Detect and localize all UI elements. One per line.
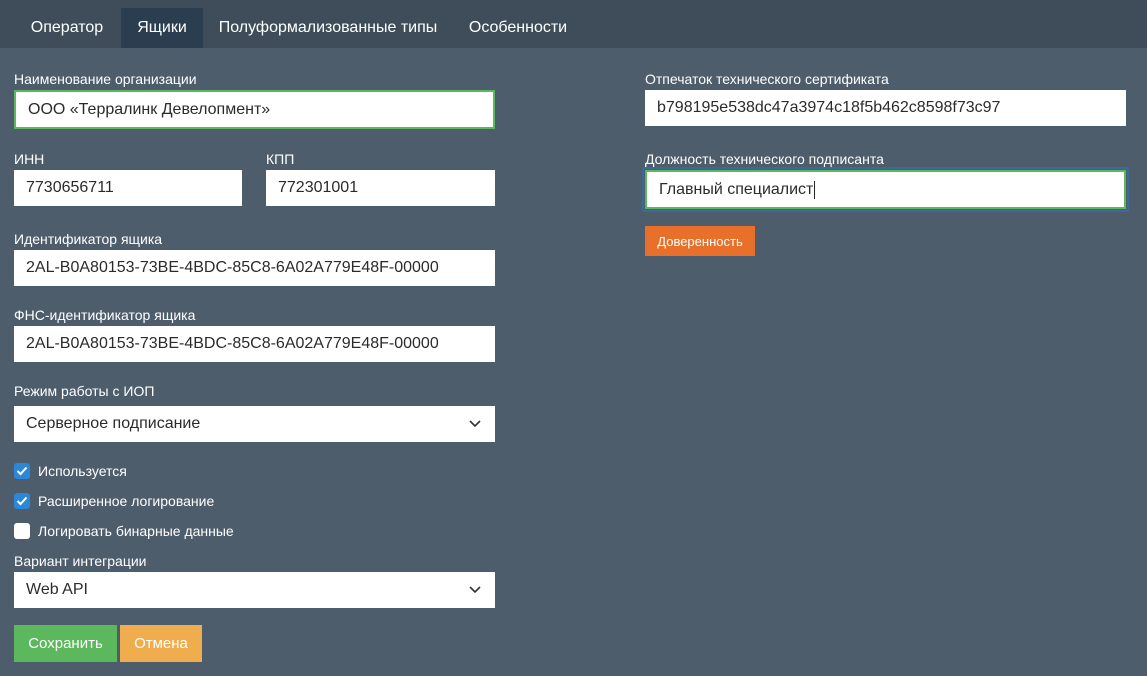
checkbox-used-label: Используется [38,463,127,479]
box-id-label: Идентификатор ящика [14,231,163,247]
iop-mode-select[interactable]: Серверное подписание [14,406,495,442]
tab-features[interactable]: Особенности [452,8,584,48]
signer-position-value: Главный специалист [659,180,814,198]
check-icon [16,496,28,506]
checkbox-log-binary[interactable]: Логировать бинарные данные [14,522,234,540]
tab-operator[interactable]: Оператор [14,8,120,48]
checkbox-extended-logging[interactable]: Расширенное логирование [14,492,214,510]
checkbox-used-box[interactable] [14,463,30,479]
box-id-value: 2AL-B0A80153-73BE-4BDC-85C8-6A02A779E48F… [26,259,439,276]
signer-position-label: Должность технического подписанта [645,151,884,167]
inn-input[interactable]: 7730656711 [14,170,242,206]
save-button[interactable]: Сохранить [14,625,117,662]
checkbox-extended-logging-box[interactable] [14,493,30,509]
kpp-label: КПП [266,151,295,167]
integration-value: Web API [26,581,88,598]
box-id-input[interactable]: 2AL-B0A80153-73BE-4BDC-85C8-6A02A779E48F… [14,250,495,286]
cert-label: Отпечаток технического сертификата [645,71,889,87]
kpp-input[interactable]: 772301001 [266,170,495,206]
cert-input[interactable]: b798195e538dc47a3974c18f5b462c8598f73c97 [645,90,1126,126]
power-of-attorney-button[interactable]: Доверенность [645,226,755,256]
iop-mode-value: Серверное подписание [26,415,201,432]
text-caret [814,180,816,199]
check-icon [16,466,28,476]
tab-semi-formalized-types[interactable]: Полуформализованные типы [204,8,452,48]
checkbox-log-binary-box[interactable] [14,523,30,539]
fns-box-id-value: 2AL-B0A80153-73BE-4BDC-85C8-6A02A779E48F… [26,335,439,352]
integration-label: Вариант интеграции [14,553,147,569]
cancel-button[interactable]: Отмена [120,625,202,662]
inn-value: 7730656711 [26,179,114,196]
chevron-down-icon [467,582,483,598]
kpp-value: 772301001 [278,179,359,196]
org-name-value: ООО «Терралинк Девелопмент» [28,100,271,118]
chevron-down-icon [467,416,483,432]
tab-bar: Оператор Ящики Полуформализованные типы … [0,0,1147,48]
signer-position-input[interactable]: Главный специалист [645,170,1126,209]
tab-boxes[interactable]: Ящики [121,8,203,48]
integration-select[interactable]: Web API [14,572,495,608]
checkbox-extended-logging-label: Расширенное логирование [38,493,215,509]
fns-box-id-input[interactable]: 2AL-B0A80153-73BE-4BDC-85C8-6A02A779E48F… [14,326,495,362]
org-name-input[interactable]: ООО «Терралинк Девелопмент» [14,90,495,129]
checkbox-log-binary-label: Логировать бинарные данные [38,523,234,539]
iop-mode-label: Режим работы с ИОП [14,383,155,399]
inn-label: ИНН [14,151,45,167]
fns-box-id-label: ФНС-идентификатор ящика [14,307,196,323]
org-name-label: Наименование организации [14,71,197,87]
checkbox-used[interactable]: Используется [14,462,127,480]
cert-value: b798195e538dc47a3974c18f5b462c8598f73c97 [657,99,1001,116]
